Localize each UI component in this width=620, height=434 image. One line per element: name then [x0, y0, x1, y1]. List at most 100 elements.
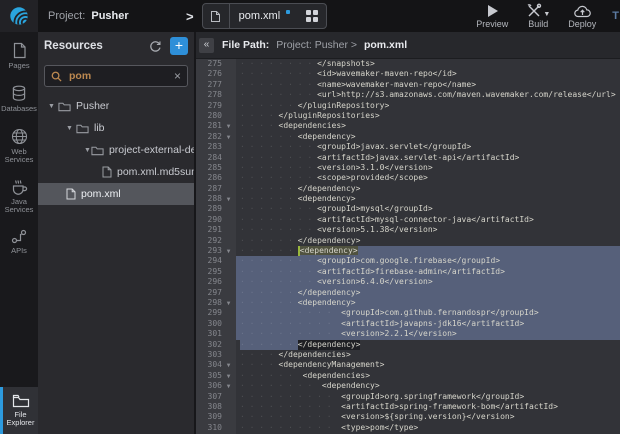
tree-item-pom.xml[interactable]: pom.xml: [38, 183, 194, 205]
file-path: File Path: Project: Pusher > pom.xml: [222, 39, 407, 51]
project-label: Project:: [48, 10, 85, 22]
code-line: 308· · · · · · · · · · <artifactId>sprin…: [196, 402, 620, 412]
code-area[interactable]: 275 · · · · · · · · </snapshots>276 · · · …: [196, 59, 620, 434]
preview-button[interactable]: Preview: [476, 3, 508, 29]
fold-icon[interactable]: ▼: [222, 371, 235, 381]
line-number: 287: [196, 184, 222, 194]
grid-view-icon[interactable]: [298, 4, 326, 28]
resources-panel: Resources + × ▼Pusher▼lib▼project-extern…: [38, 32, 196, 434]
gutter[interactable]: 306▼: [196, 381, 236, 391]
fold-icon: [222, 412, 235, 422]
code-text: · · · · · · · · <version>5.1.38</version…: [236, 225, 620, 235]
code-line: 293▼· · · · · · <dependency>: [196, 246, 620, 256]
fold-icon: [222, 236, 235, 246]
code-line: 300 · · · · · · · · · · <artifactId>javap…: [196, 319, 620, 329]
caret-down-icon[interactable]: ▼: [84, 147, 91, 154]
code-text: · · · · · · · · </snapshots>: [236, 59, 620, 69]
line-number: 309: [196, 412, 222, 422]
fold-icon[interactable]: ▼: [222, 298, 235, 308]
sidebar-item-java-services[interactable]: Java Services: [0, 179, 38, 214]
fold-icon[interactable]: ▼: [222, 381, 235, 391]
line-number: 278: [196, 90, 222, 100]
code-text: · · · · <dependencyManagement>: [236, 360, 620, 370]
caret-down-icon[interactable]: ▼: [48, 103, 58, 110]
gutter: 307: [196, 392, 236, 402]
fold-icon: [222, 308, 235, 318]
clear-search-icon[interactable]: ×: [174, 69, 181, 83]
file-icon: [66, 188, 76, 200]
search-input[interactable]: [67, 69, 169, 83]
sidebar-item-databases[interactable]: Databases: [0, 85, 38, 113]
sidebar-item-pages[interactable]: Pages: [0, 42, 38, 70]
gutter[interactable]: 304▼: [196, 360, 236, 370]
gutter[interactable]: 282▼: [196, 132, 236, 142]
deploy-button[interactable]: Deploy: [568, 3, 596, 29]
tree-item-lib[interactable]: ▼lib: [38, 117, 194, 139]
fold-icon[interactable]: ▼: [222, 132, 235, 142]
sidebar-item-apis[interactable]: APIs: [0, 229, 38, 255]
code-text: · · · · · · · · <version>6.4.0</version>: [236, 277, 620, 287]
tree-item-pom.xml.md5sum[interactable]: pom.xml.md5sum: [38, 161, 194, 183]
collapse-panel-icon[interactable]: «: [199, 38, 214, 53]
tree-item-project-external-dependencies[interactable]: ▼project-external-dependencies: [38, 139, 194, 161]
fold-icon[interactable]: ▼: [222, 360, 235, 370]
fold-icon: [222, 215, 235, 225]
code-text: · · · · </pluginRepositories>: [236, 111, 620, 121]
build-button[interactable]: ▼ Build: [526, 3, 550, 29]
refresh-icon[interactable]: [149, 40, 162, 53]
code-text: · · · · · · · · · · <artifactId>javapns-…: [236, 319, 620, 329]
line-number: 300: [196, 319, 222, 329]
gutter[interactable]: 305▼: [196, 371, 236, 381]
folder-icon: [91, 145, 104, 156]
code-line: 281▼· · · · <dependencies>: [196, 121, 620, 131]
line-number: 310: [196, 423, 222, 433]
line-number: 275: [196, 59, 222, 69]
gutter: 300: [196, 319, 236, 329]
code-line: 310· · · · · · · · · · <type>pom</type>: [196, 423, 620, 433]
fold-icon: [222, 163, 235, 173]
gutter: 287: [196, 184, 236, 194]
gutter: 275: [196, 59, 236, 69]
wavemaker-logo[interactable]: [0, 0, 38, 32]
resource-search[interactable]: ×: [44, 65, 188, 87]
sidebar-item-label: Web Services: [0, 148, 38, 164]
fold-icon: [222, 153, 235, 163]
fold-icon: [222, 319, 235, 329]
fold-icon: [222, 59, 235, 69]
gutter[interactable]: 281▼: [196, 121, 236, 131]
code-line: 282▼· · · · · · <dependency>: [196, 132, 620, 142]
sidebar-item-label: Pages: [8, 62, 29, 70]
line-number: 298: [196, 298, 222, 308]
gutter[interactable]: 298▼: [196, 298, 236, 308]
fold-icon[interactable]: ▼: [222, 194, 235, 204]
truncated-right-label[interactable]: T: [612, 10, 619, 22]
line-number: 277: [196, 80, 222, 90]
code-line: 287· · · · · · </dependency>: [196, 184, 620, 194]
fold-icon[interactable]: ▼: [222, 246, 235, 256]
code-line: 307· · · · · · · · · · <groupId>org.spri…: [196, 392, 620, 402]
gutter[interactable]: 293▼: [196, 246, 236, 256]
sidebar-item-file-explorer[interactable]: File Explorer: [0, 387, 38, 434]
fold-icon: [222, 204, 235, 214]
code-line: 277· · · · · · · · <name>wavemaker-maven…: [196, 80, 620, 90]
code-text: · · · · · · <dependency>: [236, 194, 620, 204]
tree-item-Pusher[interactable]: ▼Pusher: [38, 95, 194, 117]
code-text: · · · · · · <dependency>: [236, 132, 620, 142]
fold-icon: [222, 142, 235, 152]
caret-down-icon[interactable]: ▼: [66, 125, 76, 132]
sidebar-item-web-services[interactable]: Web Services: [0, 128, 38, 164]
code-text: · · · · · · · · · · <artifactId>spring-f…: [236, 402, 620, 412]
code-line: 298▼· · · · · · <dependency>: [196, 298, 620, 308]
code-line: 295· · · · · · · · <artifactId>firebase-…: [196, 267, 620, 277]
fold-icon: [222, 350, 235, 360]
gutter: 276: [196, 69, 236, 79]
file-icon: [102, 166, 112, 178]
tab-pom-xml[interactable]: pom.xml: [202, 3, 328, 29]
add-resource-button[interactable]: +: [170, 37, 188, 55]
fold-icon[interactable]: ▼: [222, 121, 235, 131]
code-text: · · · · · · </dependency>: [236, 236, 620, 246]
tab-label: pom.xml: [230, 10, 287, 22]
code-line: 284· · · · · · · · <artifactId>javax.ser…: [196, 153, 620, 163]
gutter[interactable]: 288▼: [196, 194, 236, 204]
gutter: 283: [196, 142, 236, 152]
